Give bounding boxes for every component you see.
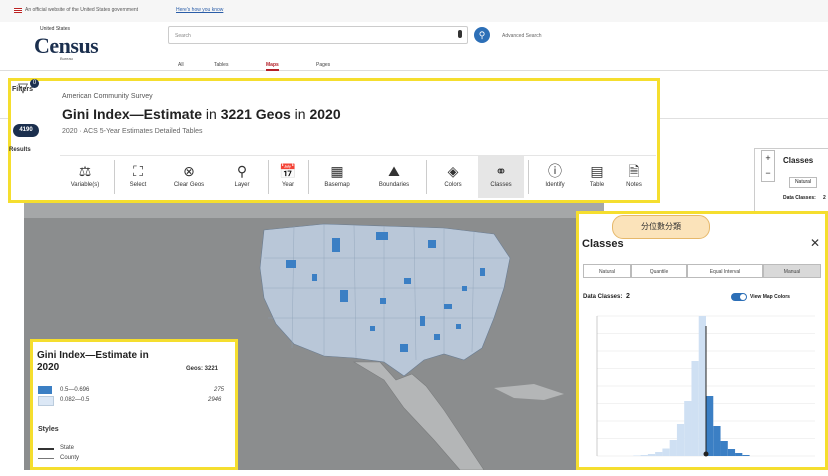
annotation-badge: 分位數分類 bbox=[612, 215, 710, 239]
histogram-bar bbox=[698, 316, 706, 456]
notes-icon: 🗎 bbox=[628, 163, 640, 179]
toolbar-separator bbox=[528, 160, 529, 194]
boundaries-tool[interactable]: ⛰ Boundaries bbox=[366, 156, 422, 198]
histogram-bar bbox=[684, 401, 692, 456]
histogram-bar bbox=[691, 361, 699, 456]
survey-name: American Community Survey bbox=[62, 93, 153, 100]
filters-label[interactable]: Filters bbox=[12, 86, 33, 93]
histogram-bar bbox=[640, 455, 648, 456]
data-classes-label: Data Classes: bbox=[583, 294, 623, 300]
side-data-classes-value: 2 bbox=[823, 195, 826, 201]
us-flag-icon bbox=[14, 8, 22, 13]
pin-icon: ⚲ bbox=[236, 163, 248, 179]
tab-all[interactable]: All bbox=[178, 62, 184, 68]
classes-tool[interactable]: ⚭ Classes bbox=[478, 156, 524, 198]
legend-geos-count: Geos: 3221 bbox=[186, 366, 219, 372]
logo-sub-text: Bureau bbox=[60, 56, 73, 61]
legend-swatch-high bbox=[38, 386, 52, 394]
year-tool[interactable]: 📅 Year bbox=[272, 156, 304, 198]
histogram-bar bbox=[655, 452, 663, 456]
legend-range-low: 0.082—0.5 bbox=[60, 397, 90, 403]
advanced-search-link[interactable]: Advanced Search bbox=[502, 33, 541, 39]
zoom-in-button[interactable]: + bbox=[762, 151, 774, 166]
toolbar-separator bbox=[308, 160, 309, 194]
toolbar-separator bbox=[426, 160, 427, 194]
identify-tool[interactable]: ⓘ Identify bbox=[532, 156, 578, 198]
toolbar-separator bbox=[268, 160, 269, 194]
select-tool[interactable]: ⛶ Select bbox=[118, 156, 158, 198]
select-icon: ⛶ bbox=[133, 163, 143, 179]
calendar-icon: 📅 bbox=[279, 163, 297, 179]
histogram-bar bbox=[676, 424, 685, 456]
side-panel-title: Classes bbox=[783, 156, 814, 165]
table-icon: ▤ bbox=[590, 163, 604, 179]
county-line-symbol bbox=[38, 458, 54, 459]
results-count-badge[interactable]: 4190 bbox=[13, 124, 39, 137]
official-banner: An official website of the United States… bbox=[0, 0, 828, 22]
search-button[interactable]: ⚲ bbox=[474, 27, 490, 43]
method-equal-interval[interactable]: Equal Interval bbox=[687, 264, 763, 278]
official-text: An official website of the United States… bbox=[25, 7, 139, 13]
method-natural[interactable]: Natural bbox=[583, 264, 631, 278]
state-line-symbol bbox=[38, 448, 54, 450]
tab-maps[interactable]: Maps bbox=[266, 62, 279, 71]
histogram-bar bbox=[647, 454, 656, 456]
tab-pages[interactable]: Pages bbox=[316, 62, 330, 68]
legend-title: Gini Index—Estimate in 2020 bbox=[37, 350, 149, 373]
zoom-out-button[interactable]: − bbox=[762, 166, 774, 181]
class-break-handle[interactable] bbox=[703, 451, 709, 457]
legend-count-low: 2946 bbox=[208, 397, 222, 403]
basemap-tool[interactable]: ▦ Basemap bbox=[312, 156, 362, 198]
histogram-bar bbox=[633, 455, 641, 456]
legend-swatch-low bbox=[38, 396, 54, 406]
how-know-link[interactable]: Here's how you know bbox=[176, 7, 223, 13]
histogram-chart[interactable] bbox=[583, 308, 823, 468]
histogram-bar bbox=[727, 449, 736, 456]
clear-geos-tool[interactable]: ⊗ Clear Geos bbox=[162, 156, 216, 198]
boundary-icon: ⛰ bbox=[388, 163, 400, 179]
tab-tables[interactable]: Tables bbox=[214, 62, 228, 68]
histogram-bar bbox=[720, 441, 728, 456]
method-manual[interactable]: Manual bbox=[763, 264, 821, 278]
histogram-bar bbox=[662, 448, 670, 456]
histogram-bar bbox=[706, 396, 714, 456]
close-icon[interactable]: ✕ bbox=[810, 236, 820, 250]
page-subtitle: 2020 · ACS 5-Year Estimates Detailed Tab… bbox=[62, 128, 203, 135]
view-map-colors-label: View Map Colors bbox=[750, 294, 790, 300]
histogram-bar bbox=[735, 453, 743, 456]
data-classes-value[interactable]: 2 bbox=[626, 293, 630, 300]
legend-styles-label: Styles bbox=[38, 426, 59, 433]
legend-style-state: State bbox=[60, 445, 75, 451]
layer-tool[interactable]: ⚲ Layer bbox=[220, 156, 264, 198]
classes-icon: ⚭ bbox=[495, 163, 507, 179]
paint-icon: ◈ bbox=[447, 163, 459, 179]
scale-icon: ⚖ bbox=[78, 163, 92, 179]
table-tool[interactable]: ▤ Table bbox=[580, 156, 614, 198]
histogram-bar bbox=[713, 426, 721, 456]
page-title: Gini Index—Estimate in 3221 Geos in 2020 bbox=[62, 106, 341, 122]
view-map-colors-toggle[interactable] bbox=[731, 293, 747, 301]
histogram-bar bbox=[669, 440, 677, 456]
map-toolbar: ⚖ Variable(s) ⛶ Select ⊗ Clear Geos ⚲ Layer … bbox=[60, 155, 656, 198]
histogram-bar bbox=[742, 455, 750, 456]
search-input[interactable]: Search bbox=[168, 26, 468, 44]
info-icon: ⓘ bbox=[548, 163, 562, 179]
natural-tab[interactable]: Natural bbox=[789, 177, 817, 188]
results-label[interactable]: Results bbox=[9, 147, 31, 153]
toolbar-separator bbox=[114, 160, 115, 194]
logo-small-text: United States bbox=[40, 26, 71, 32]
method-quantile[interactable]: Quantile bbox=[631, 264, 687, 278]
grid-icon: ▦ bbox=[330, 163, 344, 179]
notes-tool[interactable]: 🗎 Notes bbox=[616, 156, 652, 198]
legend-range-high: 0.5—0.696 bbox=[60, 387, 90, 393]
zoom-control: + − bbox=[761, 150, 775, 182]
colors-tool[interactable]: ◈ Colors bbox=[430, 156, 476, 198]
variables-tool[interactable]: ⚖ Variable(s) bbox=[60, 156, 110, 198]
classes-panel-title: Classes bbox=[582, 238, 624, 250]
clear-icon: ⊗ bbox=[183, 163, 195, 179]
legend-count-high: 275 bbox=[214, 387, 225, 393]
microphone-icon[interactable] bbox=[458, 30, 462, 38]
side-data-classes-label: Data Classes: bbox=[783, 195, 816, 201]
legend-style-county: County bbox=[60, 455, 80, 461]
